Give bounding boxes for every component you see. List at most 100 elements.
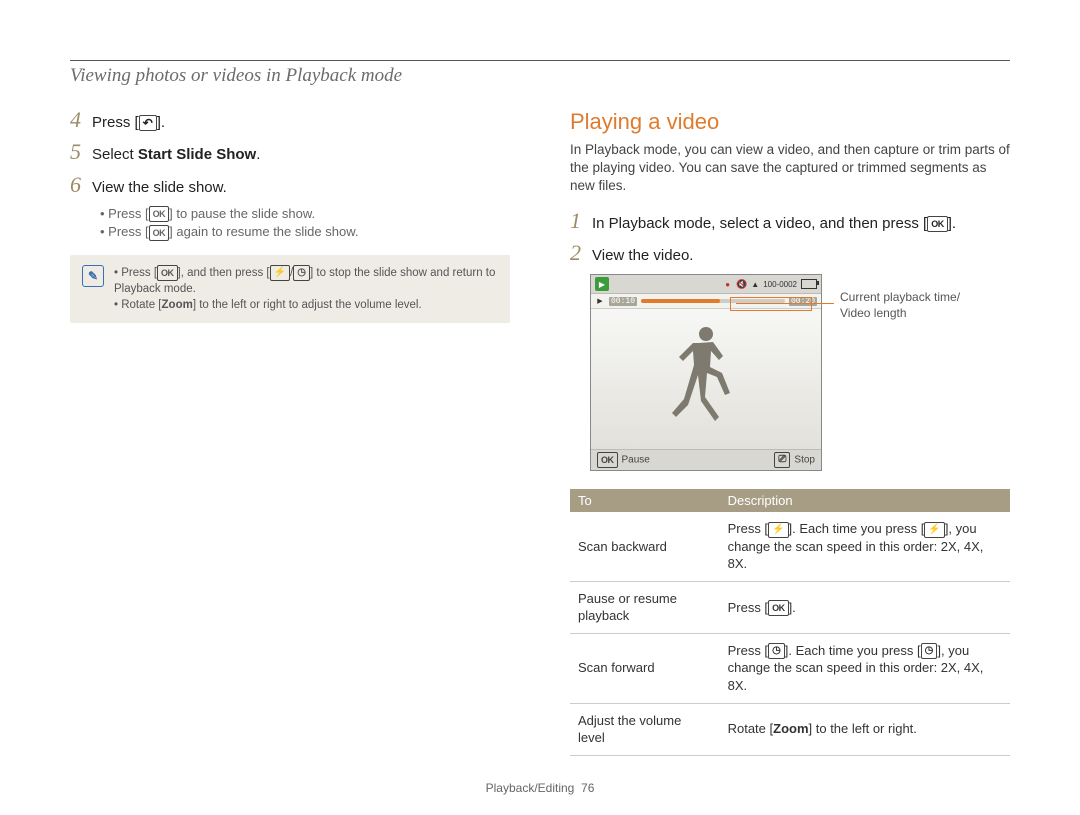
play-mode-icon [595, 277, 609, 291]
text-bold: Zoom [162, 299, 193, 311]
cell-desc: Press [OK]. [720, 581, 1010, 633]
right-column: Playing a video In Playback mode, you ca… [570, 109, 1010, 756]
text: Press [ [728, 521, 768, 536]
record-icon [725, 280, 732, 289]
callout-highlight [730, 297, 812, 311]
note-box: ✎ Press [OK], and then press [/] to stop… [70, 255, 510, 323]
text: Rotate [ [121, 299, 161, 311]
text: ]. Each time you press [ [789, 521, 925, 536]
play-icon [595, 296, 605, 306]
text: Press [ [108, 206, 148, 221]
note-list: Press [OK], and then press [/] to stop t… [114, 265, 498, 313]
video-figure: 100-0002 00:10 00:20 [590, 274, 1010, 471]
text: In Playback mode, select a video, and th… [592, 215, 927, 232]
text: Video length [840, 306, 907, 320]
step-number: 2 [570, 242, 592, 264]
table-row: Scan backward Press [ ]. Each time you pr… [570, 512, 1010, 581]
text: Current playback time/ [840, 290, 960, 304]
time-current: 00:10 [609, 297, 637, 306]
text: ]. [948, 215, 956, 232]
text: Rotate [ [728, 721, 774, 736]
back-icon [139, 115, 157, 131]
stop-hint: ⎚ Stop [774, 452, 815, 468]
cell-desc: Press []. Each time you press [], you ch… [720, 512, 1010, 581]
ok-icon: OK [597, 452, 618, 468]
text: ]. [789, 600, 796, 615]
ok-icon: OK [927, 216, 948, 232]
text: Press [ [92, 114, 139, 131]
timer-icon [768, 643, 785, 659]
cell-desc: Rotate [Zoom] to the left or right. [720, 703, 1010, 755]
left-column: 4 Press []. 5 Select Start Slide Show. 6… [70, 109, 510, 756]
cell-to: Adjust the volume level [570, 703, 720, 755]
shutter-icon: ⎚ [774, 452, 790, 468]
lcd-body [591, 309, 821, 449]
text: ] to the left or right. [809, 721, 917, 736]
list-item: Rotate [Zoom] to the left or right to ad… [114, 297, 498, 313]
step-text: Press []. [92, 113, 165, 133]
text: Pause [622, 455, 650, 466]
step-number: 5 [70, 141, 92, 163]
controls-table: To Description Scan backward Press []. E… [570, 489, 1010, 756]
battery-icon [801, 279, 817, 289]
step-text: Select Start Slide Show. [92, 145, 260, 165]
th-to: To [570, 489, 720, 512]
step-2: 2 View the video. [570, 242, 1010, 266]
ok-icon: OK [157, 265, 178, 281]
flash-icon [270, 265, 290, 281]
text: ] to pause the slide show. [169, 206, 315, 221]
step-text: In Playback mode, select a video, and th… [592, 214, 956, 234]
lcd-top-bar: 100-0002 [591, 275, 821, 294]
text: ], and then press [ [178, 267, 270, 279]
table-row: Adjust the volume level Rotate [Zoom] to… [570, 703, 1010, 755]
dancer-silhouette [666, 319, 746, 439]
mute-icon [736, 279, 747, 290]
list-item: Press [OK], and then press [/] to stop t… [114, 265, 498, 297]
step-1: 1 In Playback mode, select a video, and … [570, 210, 1010, 234]
step-text: View the video. [592, 246, 693, 266]
text: Select [92, 146, 138, 163]
intro-text: In Playback mode, you can view a video, … [570, 141, 1010, 196]
columns: 4 Press []. 5 Select Start Slide Show. 6… [70, 109, 1010, 756]
step-number: 1 [570, 210, 592, 232]
callout-line [736, 303, 834, 304]
lcd-bottom-bar: OK Pause ⎚ Stop [591, 449, 821, 470]
timer-icon [293, 265, 310, 281]
page-heading: Viewing photos or videos in Playback mod… [70, 65, 1010, 87]
manual-page: Viewing photos or videos in Playback mod… [0, 0, 1080, 815]
text: ] again to resume the slide show. [169, 224, 358, 239]
cell-desc: Press []. Each time you press [], you ch… [720, 633, 1010, 703]
cell-to: Scan forward [570, 633, 720, 703]
ok-icon: OK [149, 225, 170, 241]
card-icon [751, 280, 759, 289]
text: Press [ [108, 224, 148, 239]
step-text: View the slide show. [92, 178, 227, 198]
file-number: 100-0002 [763, 280, 797, 289]
top-rule [70, 60, 1010, 61]
text: . [256, 146, 260, 163]
callout-text: Current playback time/ Video length [840, 290, 990, 321]
text: Press [ [728, 600, 768, 615]
flash-icon [768, 522, 788, 538]
ok-icon: OK [149, 206, 170, 222]
th-desc: Description [720, 489, 1010, 512]
footer-page-number: 76 [581, 781, 594, 795]
progress-fill [641, 299, 720, 303]
text: Press [ [121, 267, 157, 279]
flash-icon [924, 522, 944, 538]
cell-to: Scan backward [570, 512, 720, 581]
step-4: 4 Press []. [70, 109, 510, 133]
list-item: Press [OK] again to resume the slide sho… [100, 224, 510, 241]
step-number: 4 [70, 109, 92, 131]
text-bold: Zoom [773, 721, 808, 736]
page-footer: Playback/Editing 76 [0, 781, 1080, 795]
section-title: Playing a video [570, 109, 1010, 135]
text: Stop [794, 455, 815, 466]
table-row: Scan forward Press []. Each time you pre… [570, 633, 1010, 703]
text: ]. [157, 114, 165, 131]
ok-icon: OK [768, 600, 789, 616]
table-header-row: To Description [570, 489, 1010, 512]
list-item: Press [OK] to pause the slide show. [100, 206, 510, 223]
text: Press [ [728, 643, 768, 658]
step-number: 6 [70, 174, 92, 196]
